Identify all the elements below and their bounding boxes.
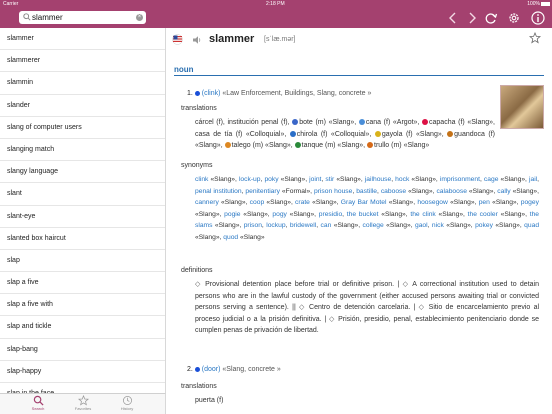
list-item[interactable]: slander <box>0 95 165 117</box>
definitions-text: ◇ Provisional detention place before tri… <box>195 281 540 334</box>
synonyms-heading: synonyms <box>181 162 213 169</box>
clock-icon <box>122 396 132 405</box>
translation-text: puerta (f) <box>195 397 224 404</box>
list-item[interactable]: slant-eye <box>0 206 165 228</box>
favorite-star-icon[interactable] <box>529 32 541 44</box>
translations-heading: translations <box>181 383 217 390</box>
tab-label: Favorites <box>74 406 92 411</box>
flag-icon <box>294 142 301 149</box>
star-icon <box>77 395 89 406</box>
list-item[interactable]: slap and tickle <box>0 316 165 339</box>
tab-history[interactable]: History <box>107 395 147 411</box>
diamond-icon: ◇ <box>418 304 426 311</box>
info-icon[interactable] <box>531 11 545 25</box>
speaker-icon[interactable] <box>192 35 202 45</box>
translations-heading: translations <box>181 105 217 112</box>
definitions-heading: definitions <box>181 267 213 274</box>
word-list: slammer slammerer slammin slander slang … <box>0 28 166 393</box>
flag-icon <box>358 119 365 126</box>
synonyms-list: clink «Slang», lock-up, poky «Slang», jo… <box>195 176 540 241</box>
divider <box>174 75 544 76</box>
forward-arrow-icon[interactable] <box>465 11 479 25</box>
list-item[interactable]: slap in the face <box>0 383 165 393</box>
list-item[interactable]: slammerer <box>0 50 165 73</box>
search-field[interactable]: × <box>19 11 146 24</box>
tab-search[interactable]: Search <box>18 395 58 411</box>
list-item[interactable]: slammer <box>0 28 165 51</box>
list-item[interactable]: slanging match <box>0 139 165 162</box>
back-arrow-icon[interactable] <box>446 11 460 25</box>
settings-gear-icon[interactable] <box>507 11 521 25</box>
phonetic: [sˈlæ.mər] <box>264 36 296 43</box>
flag-icon <box>447 130 454 137</box>
toolbar: × <box>0 8 552 28</box>
refresh-icon[interactable] <box>484 11 498 25</box>
tab-bar: Search Favorites History <box>0 393 166 414</box>
search-input[interactable] <box>32 12 132 23</box>
flag-icon <box>289 130 296 137</box>
door-image <box>500 85 544 129</box>
flag-icon <box>422 119 429 126</box>
flag-icon <box>224 142 231 149</box>
bullet-icon <box>194 366 200 372</box>
battery-icon <box>541 2 550 6</box>
diamond-icon: ◇ <box>195 281 202 288</box>
list-item[interactable]: slant <box>0 183 165 206</box>
us-flag-icon[interactable] <box>172 34 183 45</box>
diamond-icon: ◇ <box>329 315 336 323</box>
battery-label: 100% <box>527 1 540 7</box>
list-item[interactable]: slammin <box>0 72 165 95</box>
list-item[interactable]: slangy language <box>0 161 165 184</box>
list-item[interactable]: slap a five with <box>0 294 165 317</box>
bullet-icon <box>194 90 200 96</box>
flag-icon <box>367 142 374 149</box>
headword: slammer <box>209 33 255 45</box>
list-item[interactable]: slap-happy <box>0 361 165 383</box>
tab-label: Search <box>31 406 45 411</box>
list-item[interactable]: slap-bang <box>0 339 165 361</box>
list-item[interactable]: slap <box>0 250 165 273</box>
tab-favorites[interactable]: Favorites <box>63 395 103 411</box>
clock: 2:18 PM <box>266 1 285 7</box>
part-of-speech: noun <box>174 65 194 74</box>
translations-text: cárcel (f), institución penal (f), bote … <box>195 119 495 149</box>
list-item[interactable]: slanted box haircut <box>0 228 165 250</box>
sense-labels: «Slang, concrete » <box>222 366 281 373</box>
entry-detail: slammer [sˈlæ.mər] noun 1. (clink) «Law … <box>167 28 552 414</box>
list-item[interactable]: slang of computer users <box>0 117 165 139</box>
clear-search-icon[interactable]: × <box>136 14 143 21</box>
sense-labels: «Law Enforcement, Buildings, Slang, conc… <box>222 90 372 97</box>
list-item[interactable]: slap a five <box>0 272 165 295</box>
flag-icon <box>292 119 299 126</box>
search-icon <box>33 395 44 406</box>
tab-label: History <box>120 406 134 411</box>
flag-icon <box>374 130 381 137</box>
search-icon <box>23 13 31 21</box>
diamond-icon: ◇ <box>402 281 410 288</box>
sense-word[interactable]: (door) <box>202 366 221 373</box>
diamond-icon: ◇ <box>299 304 306 311</box>
sense-1-header: 1. (clink) «Law Enforcement, Buildings, … <box>187 90 372 97</box>
sense-word[interactable]: (clink) <box>202 90 221 97</box>
carrier-label: Carrier <box>3 1 19 7</box>
status-bar: Carrier 2:18 PM 100% <box>0 0 552 8</box>
sense-2-header: 2. (door) «Slang, concrete » <box>187 366 281 373</box>
app: Carrier 2:18 PM 100% × <box>0 0 552 414</box>
